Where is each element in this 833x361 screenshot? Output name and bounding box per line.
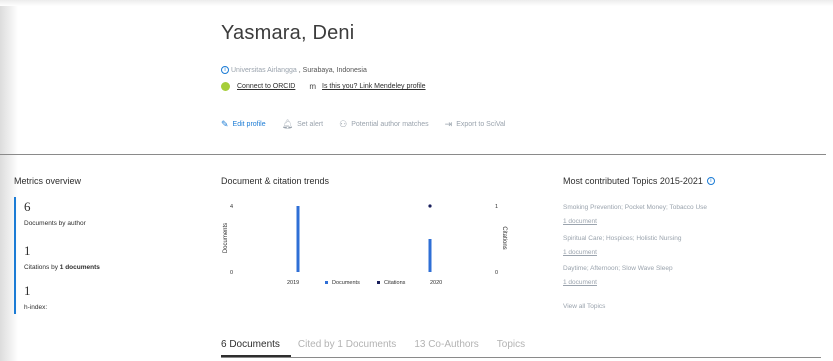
hindex-label: h-index: — [24, 304, 48, 311]
profile-links-row: Connect to ORCID m Is this you? Link Men… — [221, 82, 426, 91]
topic-name: Smoking Prevention; Pocket Money; Tobacc… — [563, 204, 708, 211]
topic-name: Spiritual Care; Hospices; Holistic Nursi… — [563, 235, 682, 242]
y-axis-label: Documents — [223, 223, 229, 253]
chart-marks — [296, 204, 432, 272]
info-icon[interactable]: i — [706, 177, 715, 185]
potential-matches-button[interactable]: ⚇ Potential author matches — [339, 119, 429, 130]
top-shade — [0, 0, 833, 6]
orcid-icon — [221, 82, 230, 91]
legend-citations-label: Citations — [384, 280, 406, 286]
y2-tick-top: 1 — [495, 204, 498, 210]
edit-profile-label: Edit profile — [232, 121, 266, 128]
topic-count-link[interactable]: 1 document — [563, 279, 673, 286]
citations-label-bold: 1 documents — [59, 264, 100, 271]
legend-documents-label: Documents — [332, 280, 360, 286]
affiliation-location: , Surabaya, Indonesia — [298, 66, 367, 74]
trend-chart: Documents Citations 4 0 1 0 2019 2020 Doc… — [223, 204, 507, 286]
metrics-title: Metrics overview — [14, 176, 82, 186]
tabs-bottom-rule — [221, 357, 821, 358]
topic-item[interactable]: Daytime; Afternoon; Slow Wave Sleep 1 do… — [563, 265, 673, 286]
connect-orcid-link[interactable]: Connect to ORCID — [237, 83, 295, 90]
topic-name: Daytime; Afternoon; Slow Wave Sleep — [563, 265, 673, 272]
link-mendeley-link[interactable]: Is this you? Link Mendeley profile — [322, 83, 426, 90]
set-alert-button[interactable]: 🔔︎ Set alert — [282, 119, 324, 130]
documents-label: Documents by author — [24, 220, 86, 227]
y-tick-top: 4 — [230, 204, 233, 210]
y2-tick-bottom: 0 — [495, 270, 498, 276]
tab-topics[interactable]: Topics — [497, 339, 525, 350]
topics-title-row: Most contributed Topics 2015-2021 i — [563, 176, 715, 186]
profile-actions: ✎ Edit profile 🔔︎ Set alert ⚇ Potential … — [221, 119, 505, 130]
affiliation-link[interactable]: Universitas Airlangga — [231, 67, 297, 74]
metric-citations[interactable]: 1 Citations by 1 documents — [24, 243, 100, 271]
citations-point — [428, 204, 432, 208]
bell-icon: 🔔︎ — [281, 119, 294, 129]
mendeley-icon: m — [309, 82, 317, 91]
metric-documents[interactable]: 6 Documents by author — [24, 199, 86, 227]
metrics-accent-bar — [14, 197, 16, 314]
tab-cited-by[interactable]: Cited by 1 Documents — [298, 339, 396, 350]
topic-count-link[interactable]: 1 document — [563, 218, 707, 225]
export-icon: ⇥ — [444, 119, 453, 129]
potential-matches-label: Potential author matches — [351, 121, 429, 128]
legend-citations-swatch — [377, 281, 380, 284]
tab-documents[interactable]: 6 Documents — [221, 339, 280, 350]
export-scival-label: Export to SciVal — [456, 121, 506, 128]
view-all-topics-link[interactable]: View all Topics — [563, 303, 605, 310]
edit-profile-button[interactable]: ✎ Edit profile — [221, 119, 266, 130]
topics-title: Most contributed Topics 2015-2021 — [563, 176, 703, 186]
results-tabs: 6 Documents Cited by 1 Documents 13 Co-A… — [221, 339, 525, 350]
info-icon[interactable]: i — [221, 66, 229, 74]
x-tick-label: 2019 — [287, 280, 299, 286]
documents-bar — [428, 239, 432, 272]
topic-count-link[interactable]: 1 document — [563, 249, 682, 256]
tab-co-authors[interactable]: 13 Co-Authors — [414, 339, 478, 350]
section-divider — [0, 154, 826, 155]
people-icon: ⚇ — [339, 119, 348, 129]
pencil-icon: ✎ — [221, 119, 229, 129]
x-tick-label: 2020 — [430, 280, 442, 286]
set-alert-label: Set alert — [297, 121, 324, 128]
y2-axis-label: Citations — [501, 226, 507, 249]
chart-x-labels: 2019 2020 — [287, 280, 442, 286]
citations-label-prefix: Citations by — [24, 264, 60, 271]
documents-bar — [296, 206, 300, 272]
affiliation-row: i Universitas Airlangga , Surabaya, Indo… — [221, 66, 367, 74]
legend-documents-swatch — [325, 281, 328, 284]
metric-hindex[interactable]: 1 h-index: — [24, 283, 47, 311]
author-name: Yasmara, Deni — [221, 22, 355, 44]
y-tick-bottom: 0 — [230, 270, 233, 276]
hindex-value: 1 — [24, 283, 31, 298]
trends-title: Document & citation trends — [221, 176, 330, 186]
citations-count: 1 — [24, 243, 31, 258]
export-scival-button[interactable]: ⇥ Export to SciVal — [445, 119, 506, 130]
topic-item[interactable]: Smoking Prevention; Pocket Money; Tobacc… — [563, 204, 707, 225]
citations-label: Citations by 1 documents — [24, 264, 100, 271]
documents-count: 6 — [24, 199, 31, 214]
topic-item[interactable]: Spiritual Care; Hospices; Holistic Nursi… — [563, 235, 682, 256]
